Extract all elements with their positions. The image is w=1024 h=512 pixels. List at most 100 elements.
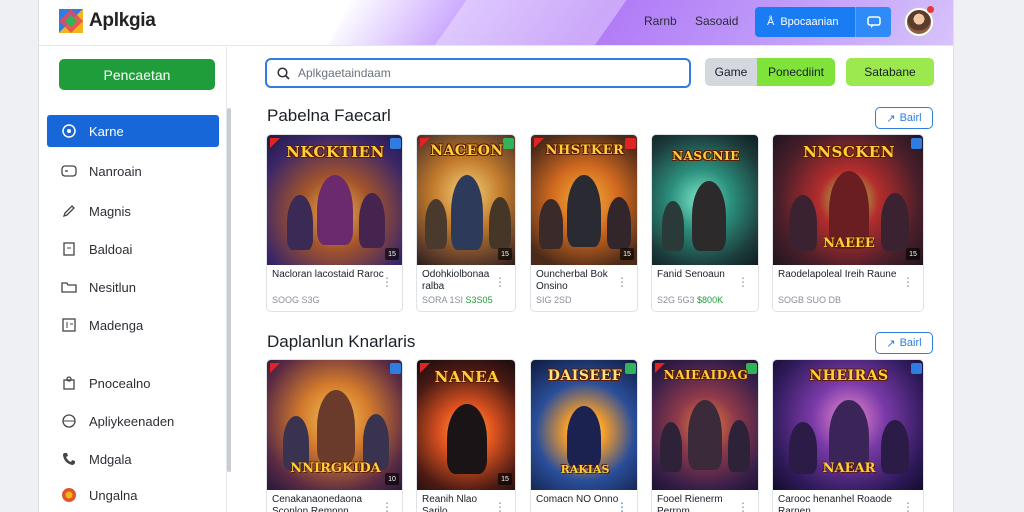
rating-badge: 15 — [385, 248, 399, 260]
game-name: Cenakanaonedaona Sconlon Remnnn — [272, 494, 363, 512]
badge-icon — [61, 487, 77, 503]
sidebar-item-pnocealno[interactable]: Pnocealno — [47, 367, 219, 399]
sidebar-item-nesitlun[interactable]: Nesitlun — [47, 271, 219, 303]
sidebar-item-label: Nanroain — [89, 163, 142, 179]
arrow-icon: ↗ — [886, 337, 896, 350]
sidebar-item-label: Pnocealno — [89, 375, 151, 391]
cover-subtitle: RAKIAS — [560, 463, 610, 476]
sidebar-item-mdgala[interactable]: Mdgala — [47, 443, 219, 475]
sidebar-item-baldoai[interactable]: Baldoai — [47, 233, 219, 265]
search-placeholder: Aplkgaetaindaam — [298, 66, 391, 80]
game-meta: S2G 5G3 $800K — [657, 295, 724, 305]
game-cover: NHSTKER 15 — [531, 135, 637, 265]
brand-name: Aplkgia — [89, 10, 156, 31]
game-cover: NNSCKEN NAEEE 15 — [773, 135, 923, 265]
more-options-icon[interactable]: ⋮ — [902, 275, 914, 289]
game-name: Carooc henanhel Roaode Rarnen — [778, 494, 892, 512]
game-cover: NHEIRAS NAEAR — [773, 360, 923, 490]
more-options-icon[interactable]: ⋮ — [494, 275, 506, 289]
more-options-icon[interactable]: ⋮ — [902, 500, 914, 512]
sidebar-item-madenga[interactable]: Madenga — [47, 309, 219, 341]
more-options-icon[interactable]: ⋮ — [737, 275, 749, 289]
rating-badge: 10 — [385, 473, 399, 485]
game-card[interactable]: NHSTKER 15 Ouncherbal Bok Onsino SIG 2SD… — [530, 134, 638, 312]
gamepad-icon — [61, 123, 77, 139]
sidebar-item-magnis[interactable]: Magnis — [47, 195, 219, 227]
sidebar-item-label: Apliykeenaden — [89, 413, 175, 429]
game-cover: DAISEEF RAKIAS — [531, 360, 637, 490]
game-name: Nacloran lacostaid Raroc — [272, 269, 384, 280]
game-cover: NAIEAIDAG — [652, 360, 758, 490]
sidebar-item-label: Mdgala — [89, 451, 132, 467]
sidebar-item-nanroain[interactable]: Nanroain — [47, 155, 219, 187]
sidebar-item-label: Karne — [89, 123, 124, 139]
more-options-icon[interactable]: ⋮ — [494, 500, 506, 512]
search-input[interactable]: Aplkgaetaindaam — [265, 58, 691, 88]
cover-title: DAISEEF — [547, 368, 623, 384]
rating-badge: 15 — [498, 473, 512, 485]
game-card[interactable]: NASCNIE Fanid Senoaun S2G 5G3 $800K ⋮ — [651, 134, 759, 312]
chat-button[interactable] — [855, 7, 891, 37]
game-meta: SOOG S3G — [272, 295, 320, 305]
grid-icon — [61, 317, 77, 333]
cover-subtitle: NAEEE — [823, 236, 875, 251]
section-title-2: Daplanlun Knarlaris — [267, 332, 416, 351]
game-cover: NASCNIE — [652, 135, 758, 265]
game-card[interactable]: NHEIRAS NAEAR Carooc henanhel Roaode Rar… — [772, 359, 924, 512]
arrow-icon: ↗ — [886, 112, 896, 125]
more-options-icon[interactable]: ⋮ — [737, 500, 749, 512]
game-card[interactable]: NKCKTIEN 15 Nacloran lacostaid Raroc SOO… — [266, 134, 403, 312]
cover-title: NACEON — [430, 143, 504, 159]
controller-icon — [61, 163, 77, 179]
game-card[interactable]: NANEA 15 Reanih Nlao Sarilo ⋮ — [416, 359, 516, 512]
nav-link-2[interactable]: Sasoaid — [695, 14, 738, 28]
rating-badge: 15 — [620, 248, 634, 260]
more-options-icon[interactable]: ⋮ — [381, 275, 393, 289]
game-name: Ouncherbal Bok Onsino — [536, 269, 608, 292]
section-title-1: Pabelna Faecarl — [267, 106, 391, 125]
sidebar-item-label: Madenga — [89, 317, 144, 333]
cover-title: NASCNIE — [672, 149, 740, 163]
search-icon — [277, 66, 290, 80]
game-cover: NNIRGKIDA 10 — [267, 360, 402, 490]
sidebar-scrollbar[interactable] — [227, 108, 231, 472]
rating-badge: 15 — [906, 248, 920, 260]
filter-satabane[interactable]: Satabane — [846, 58, 934, 86]
cover-subtitle: NAEAR — [822, 461, 876, 476]
game-card[interactable]: NAIEAIDAG Fooel Rienerm Perrnm ⋮ — [651, 359, 759, 512]
game-name: Odohkiolbonaa ralba — [422, 269, 490, 292]
game-name: Comacn NO Onno — [536, 494, 619, 505]
game-meta: SORA 1SI S3S05 — [422, 295, 493, 305]
game-card[interactable]: DAISEEF RAKIAS Comacn NO Onno ⋮ — [530, 359, 638, 512]
game-cover: NANEA 15 — [417, 360, 515, 490]
app-logo[interactable] — [57, 7, 85, 35]
cover-title: NKCKTIEN — [286, 143, 385, 161]
sidebar-item-label: Nesitlun — [89, 279, 136, 295]
more-options-icon[interactable]: ⋮ — [381, 500, 393, 512]
cover-title: NANEA — [434, 368, 500, 386]
sidebar-item-label: Magnis — [89, 203, 131, 219]
cover-title: NAIEAIDAG — [663, 368, 749, 382]
sidebar-item-karne[interactable]: Karne — [47, 115, 219, 147]
cover-title: NNIRGKIDA — [290, 461, 381, 476]
sidebar-item-ungalna[interactable]: Ungalna — [47, 479, 219, 511]
more-options-icon[interactable]: ⋮ — [616, 275, 628, 289]
sidebar-item-apliykeenaden[interactable]: Apliykeenaden — [47, 405, 219, 437]
see-all-button-1[interactable]: ↗ Bairl — [875, 107, 933, 129]
top-bar: Aplkgia Rarnb Sasoaid Å Bpocaanian — [39, 0, 953, 46]
filter-game[interactable]: Game — [705, 58, 757, 86]
game-meta: SOGB SUO DB — [778, 295, 842, 305]
game-cover: NKCKTIEN 15 — [267, 135, 402, 265]
game-card[interactable]: NNIRGKIDA 10 Cenakanaonedaona Sconlon Re… — [266, 359, 403, 512]
game-name: Fanid Senoaun — [657, 269, 725, 280]
see-all-button-2[interactable]: ↗ Bairl — [875, 332, 933, 354]
sidebar-item-label: Baldoai — [89, 241, 133, 257]
game-cover: NACEON 15 — [417, 135, 515, 265]
filter-ponecdiint[interactable]: Ponecdiint — [757, 58, 835, 86]
pen-icon — [61, 203, 77, 219]
sidebar-primary-button[interactable]: Pencaetan — [59, 59, 215, 90]
more-options-icon[interactable]: ⋮ — [616, 500, 628, 512]
game-card[interactable]: NNSCKEN NAEEE 15 Raodelapoleal Ireih Rau… — [772, 134, 924, 312]
nav-link-1[interactable]: Rarnb — [644, 14, 677, 28]
game-card[interactable]: NACEON 15 Odohkiolbonaa ralba SORA 1SI S… — [416, 134, 516, 312]
